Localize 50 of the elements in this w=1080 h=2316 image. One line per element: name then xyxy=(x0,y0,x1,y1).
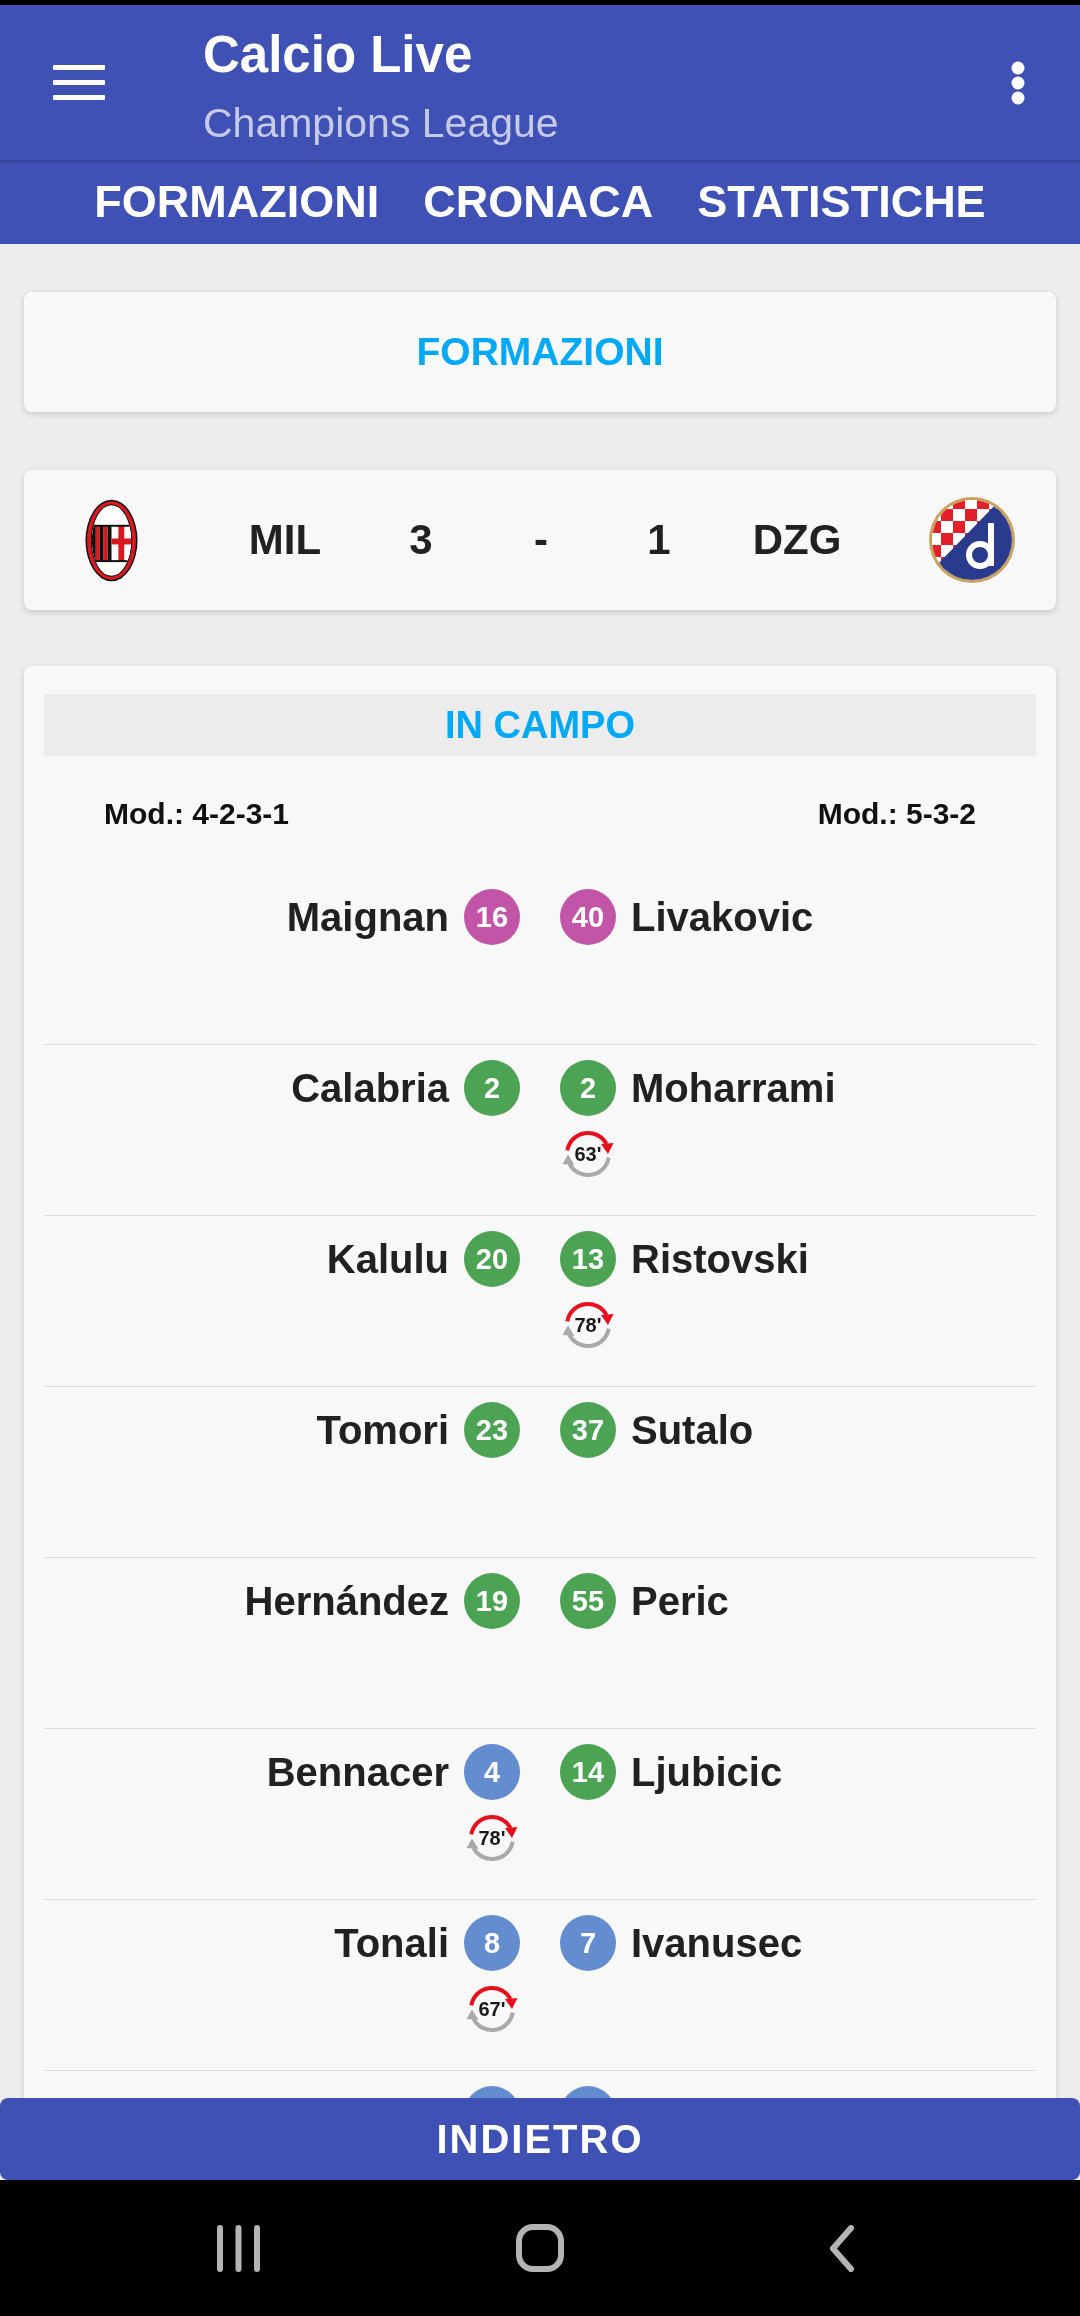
player-name: Hernández xyxy=(244,1578,449,1625)
player-name: Moharrami xyxy=(631,1065,836,1112)
number-badge: 16 xyxy=(464,889,520,945)
player-name: Sutalo xyxy=(631,1407,754,1454)
player-name: Ivanusec xyxy=(631,1920,803,1967)
tab[interactable]: FORMAZIONI xyxy=(94,176,380,228)
player-name: Kalulu xyxy=(326,1236,449,1283)
player-name: Livakovic xyxy=(631,894,814,941)
number-badge: 55 xyxy=(560,1573,616,1629)
app-title: Calcio Live xyxy=(203,26,474,84)
tab[interactable]: CRONACA xyxy=(423,176,654,228)
player-name: Bennacer xyxy=(266,1749,449,1796)
formation-label: Mod.: 5-3-2 xyxy=(817,797,976,831)
score-separator: - xyxy=(534,516,548,564)
away-score: 1 xyxy=(647,516,671,564)
player-name: Maignan xyxy=(286,894,449,941)
checkered-crest-icon xyxy=(929,497,1015,583)
formation-label: Mod.: 4-2-3-1 xyxy=(104,797,289,831)
team-code: DZG xyxy=(752,516,842,564)
number-badge: 20 xyxy=(464,1231,520,1287)
striped-crest-icon xyxy=(84,498,138,582)
menu-icon[interactable] xyxy=(53,65,105,100)
number-badge: 40 xyxy=(560,889,616,945)
number-badge: 7 xyxy=(560,1915,616,1971)
number-badge: 13 xyxy=(560,1231,616,1287)
player-name: Ristovski xyxy=(631,1236,809,1283)
number-badge: 23 xyxy=(464,1402,520,1458)
number-badge: 14 xyxy=(560,1744,616,1800)
back-button[interactable]: INDIETRO xyxy=(0,2098,1080,2180)
team-code: MIL xyxy=(248,516,322,564)
number-badge: 37 xyxy=(560,1402,616,1458)
app-subtitle: Champions League xyxy=(203,99,559,147)
number-badge: 2 xyxy=(464,1060,520,1116)
recent-apps-icon[interactable] xyxy=(216,2224,260,2272)
back-icon[interactable] xyxy=(829,2224,855,2272)
number-badge: 4 xyxy=(464,1744,520,1800)
number-badge: 2 xyxy=(560,1060,616,1116)
player-name: Ljubicic xyxy=(631,1749,783,1796)
player-name: Peric xyxy=(631,1578,729,1625)
home-icon[interactable] xyxy=(516,2224,564,2272)
tab[interactable]: STATISTICHE xyxy=(697,176,986,228)
number-badge: 19 xyxy=(464,1573,520,1629)
more-options-icon[interactable] xyxy=(1011,61,1025,105)
number-badge: 8 xyxy=(464,1915,520,1971)
player-name: Calabria xyxy=(291,1065,449,1112)
lineup-header: IN CAMPO xyxy=(44,694,1036,756)
section-title: FORMAZIONI xyxy=(416,330,664,374)
home-score: 3 xyxy=(409,516,433,564)
player-name: Tomori xyxy=(316,1407,449,1454)
player-name: Tonali xyxy=(334,1920,449,1967)
